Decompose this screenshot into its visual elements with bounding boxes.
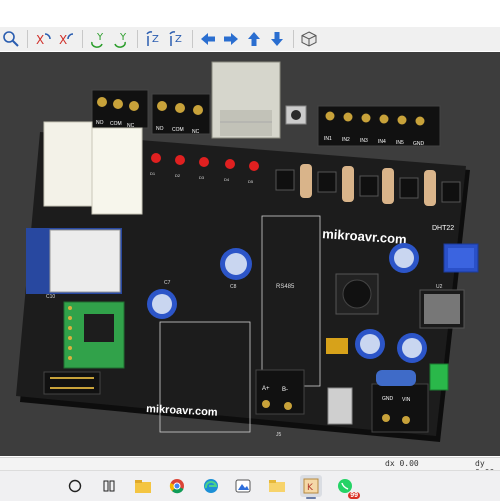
ref-j5: J5: [276, 432, 282, 438]
relay1-pin-no: NO: [96, 120, 104, 126]
status-bar: dx 0.00 dy 0.00: [0, 457, 500, 477]
input-pin-2: IN2: [342, 137, 350, 143]
svg-text:Z: Z: [175, 34, 182, 45]
svg-text:Y: Y: [96, 32, 104, 43]
tactile-switch: [285, 105, 307, 125]
toolbar-separator: [192, 30, 193, 48]
input-pin-1: IN1: [324, 136, 332, 142]
power-pin-gnd: GND: [382, 396, 394, 402]
toolbar: X X Y Y Z Z: [0, 27, 500, 51]
edge-icon[interactable]: [200, 475, 222, 497]
esp32-module: [26, 228, 122, 294]
rotate-y-ccw-icon[interactable]: Y: [110, 28, 132, 50]
photos-icon[interactable]: [232, 475, 254, 497]
rotate-x-cw-icon[interactable]: X: [32, 28, 54, 50]
search-icon[interactable]: [64, 475, 86, 497]
3d-viewport[interactable]: NO COM NC NO COM NC IN1 IN2 IN3 IN4 IN5 …: [0, 52, 500, 456]
zoom-selection-icon[interactable]: [0, 28, 22, 50]
input-pin-3: IN3: [360, 138, 368, 144]
terminal-block-relay2: NO COM NC: [151, 93, 211, 135]
power-inductor: [335, 273, 379, 315]
rf-module: [63, 301, 125, 369]
power-pin-vin: VIN: [402, 397, 411, 403]
dht22-label: DHT22: [432, 225, 454, 232]
relay-2: [91, 127, 143, 215]
relay2-pin-nc: NC: [192, 129, 200, 135]
file-explorer-icon[interactable]: [132, 475, 154, 497]
rotate-x-ccw-icon[interactable]: X: [55, 28, 77, 50]
toolbar-separator: [293, 30, 294, 48]
input-pin-gnd: GND: [413, 141, 425, 147]
ref-d4: D4: [224, 177, 230, 182]
notification-badge: 99: [348, 492, 360, 499]
pin-header: [43, 371, 101, 395]
rs485-label: RS485: [276, 284, 295, 290]
terminal-block-inputs: IN1 IN2 IN3 IN4 IN5 GND: [317, 105, 441, 147]
pan-left-icon[interactable]: [197, 28, 219, 50]
relay2-pin-no: NO: [156, 126, 164, 132]
svg-text:X: X: [36, 33, 44, 47]
whatsapp-icon[interactable]: 99: [334, 475, 360, 499]
relay1-pin-com: COM: [110, 121, 122, 127]
ref-d2: D2: [175, 173, 181, 178]
fuse: [429, 363, 449, 391]
ref-u2: U2: [436, 284, 443, 290]
rotate-z-cw-icon[interactable]: Z: [142, 28, 164, 50]
tantalum-capacitor: [326, 338, 348, 354]
task-view-icon[interactable]: [98, 475, 120, 497]
ref-c7: C7: [164, 280, 171, 286]
pan-right-icon[interactable]: [220, 28, 242, 50]
ref-d3: D3: [199, 175, 205, 180]
taskbar: K 99: [0, 470, 500, 501]
kicad-icon[interactable]: K: [300, 475, 322, 499]
svg-text:Y: Y: [119, 32, 127, 43]
input-pin-5: IN5: [396, 140, 404, 146]
rj45-connector: [211, 61, 281, 139]
dht22-sensor: [443, 243, 479, 273]
ref-d5: D5: [248, 179, 254, 184]
toolbar-separator: [27, 30, 28, 48]
rotate-z-ccw-icon[interactable]: Z: [165, 28, 187, 50]
input-pin-4: IN4: [378, 139, 386, 145]
toolbar-separator: [137, 30, 138, 48]
svg-text:Z: Z: [152, 34, 159, 45]
ref-c8: C8: [230, 284, 237, 290]
dx-readout: dx 0.00: [385, 459, 419, 468]
rotate-y-cw-icon[interactable]: Y: [87, 28, 109, 50]
svg-text:X: X: [59, 33, 67, 47]
chrome-icon[interactable]: [166, 475, 188, 497]
toolbar-separator: [82, 30, 83, 48]
folder-icon[interactable]: [266, 475, 288, 497]
dip-switch: [327, 387, 353, 425]
relay-1: [43, 121, 93, 207]
rs485-pin-a: A+: [262, 386, 270, 392]
active-indicator: [306, 497, 316, 499]
rs485-pin-b: B-: [282, 387, 288, 393]
ortho-view-icon[interactable]: [298, 28, 320, 50]
ref-d1: D1: [150, 171, 156, 176]
relay2-pin-com: COM: [172, 127, 184, 133]
pcb-render: NO COM NC NO COM NC IN1 IN2 IN3 IN4 IN5 …: [16, 61, 479, 442]
ref-c10: C10: [46, 294, 55, 300]
voltage-regulator: U2: [419, 284, 465, 329]
pan-down-icon[interactable]: [266, 28, 288, 50]
terminal-block-relay1: NO COM NC: [91, 89, 149, 129]
pan-up-icon[interactable]: [243, 28, 265, 50]
brand-label-bottom: mikroavr.com: [146, 403, 218, 419]
